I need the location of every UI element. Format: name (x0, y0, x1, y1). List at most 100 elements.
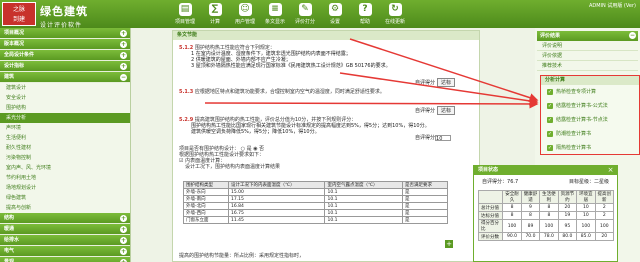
folder-icon: ▤ (178, 3, 192, 16)
compliance-button[interactable]: 达标 (437, 106, 456, 115)
table-row[interactable]: 外墙-西向 16.75 10.1 是 (182, 209, 449, 217)
sidebar-section-plumbing[interactable]: 给排水 + (0, 235, 130, 246)
document-icon: ≡ (268, 3, 282, 16)
user-icon: ☺ (238, 3, 252, 16)
status-title: 项目状态 (474, 166, 617, 175)
collapse-icon: − (629, 32, 636, 39)
refresh-icon: ↻ (388, 3, 402, 16)
sidebar-section-structure[interactable]: 结构 + (0, 213, 130, 224)
calc-doc-icon: ✓ (547, 103, 553, 109)
design-question: 项目是否有围护结构设计： ○ 是 ◉ 否 根据围护结构热工性能设计要求如下： ☑… (179, 146, 281, 170)
sidebar-item[interactable]: 耐久性建材 (0, 143, 130, 153)
table-row[interactable]: 外墙-南向 17.15 10.1 是 (182, 195, 449, 203)
toolbar: ▤ 项目管理 ∑ 计算 ☺ 用户管理 ≡ 条文显示 ✎ 评价打分 ⚙ 设置 ? 帮助 ↻ 在线更… (170, 2, 410, 27)
calc-doc-icon: ✓ (547, 131, 553, 137)
sidebar-section-landscape[interactable]: 景观+ (0, 257, 130, 262)
panel-header: 条文节能 (173, 31, 479, 40)
sidebar-item[interactable]: 室内声、风、光环境 (0, 163, 130, 173)
toolbar-clause-button[interactable]: ≡ 条文显示 (260, 2, 290, 27)
brand-title: 绿色建筑 (40, 5, 88, 18)
sidebar-section-hvac[interactable]: 暖通 + (0, 224, 130, 235)
calc-doc-icon: ✓ (547, 89, 553, 95)
calc-doc-icon: ✓ (547, 117, 553, 123)
checkbox-icon[interactable]: ☑ (179, 158, 183, 164)
right-item-description[interactable]: 评价说明 (537, 41, 638, 51)
right-item-tech[interactable]: 推荐技术 (537, 61, 638, 71)
right-section-result[interactable]: 评价结果 − (537, 31, 638, 41)
status-header-row: 安全耐久 健康舒适 生活便利 资源节约 环境宜居 提高创新 (477, 190, 615, 204)
right-item-basis[interactable]: 评价依据 (537, 51, 638, 61)
calc-item-moisture[interactable]: ✓ 防潮检查计算书 (541, 127, 639, 141)
toolbar-score-button[interactable]: ✎ 评价打分 (290, 2, 320, 27)
expand-icon: + (120, 237, 127, 244)
sidebar-item[interactable]: 绿色建筑 (0, 193, 130, 203)
temperature-table: 围护结构类型 设计工况下的内表面温度（℃） 室内空气露点温度（℃） 是否满足要求 外墙… (182, 181, 449, 224)
sidebar-item[interactable]: 节约利用土地 (0, 173, 130, 183)
help-icon: ? (358, 3, 372, 16)
table-row[interactable]: 门窗东立面 11.45 10.1 是 (182, 216, 449, 224)
sidebar-item[interactable]: 声环境 (0, 123, 130, 133)
close-icon[interactable]: × (607, 167, 614, 174)
status-row: 总计分值 8 9 8 20 10 2 (477, 203, 615, 212)
analysis-calc-panel: 分析计算 ✓ 热桥检查专项计算 ✓ 结露检查计算书-公式法 ✓ 结露检查计算书-节点法… (540, 75, 640, 155)
expand-icon: + (120, 248, 127, 255)
app-logo: 之脉 到建 (2, 2, 36, 26)
clause-1: 5.1.2 围护结构热工性能应符合下列规定： 1 在室内设计温度、湿度条件下，建… (179, 45, 391, 69)
calc-doc-icon: ✓ (547, 145, 553, 151)
sidebar-item[interactable]: 建筑设计 (0, 83, 130, 93)
status-table: 安全耐久 健康舒适 生活便利 资源节约 环境宜居 提高创新 总计分值 8 9 8 20 10 2 达标… (477, 190, 615, 241)
table-row[interactable]: 外墙-北向 16.84 10.1 是 (182, 202, 449, 210)
sidebar-item[interactable]: 污染物控制 (0, 153, 130, 163)
left-sidebar: 项目概况 + 版本概况 + 全局设计条件 + 设计指标 + 建筑 − 建筑设计 安全设计 … (0, 28, 131, 262)
toolbar-project-button[interactable]: ▤ 项目管理 (170, 2, 200, 27)
clause-number: 5.1.3 (179, 89, 194, 95)
sidebar-item[interactable]: 场地规划设计 (0, 183, 130, 193)
calc-item-insulation[interactable]: ✓ 隔热检查计算书 (541, 141, 639, 155)
calc-panel-header: 分析计算 (541, 76, 639, 85)
calc-item-thermal-bridge[interactable]: ✓ 热桥检查专项计算 (541, 85, 639, 99)
sidebar-section-building[interactable]: 建筑 − (0, 72, 130, 83)
brand: 绿色建筑 设计评价软件 (40, 3, 88, 29)
sidebar-item[interactable]: 生活便利 (0, 133, 130, 143)
compliance-button[interactable]: 达标 (437, 78, 456, 87)
sidebar-section-version[interactable]: 版本概况 + (0, 39, 130, 50)
sidebar-section-global[interactable]: 全局设计条件 + (0, 50, 130, 61)
toolbar-settings-button[interactable]: ⚙ 设置 (320, 2, 350, 27)
gear-icon: ⚙ (328, 3, 342, 16)
sidebar-item-active[interactable]: 采光分析 (0, 113, 130, 123)
status-row: 得分百分比 100 89 100 95 100 100 (477, 219, 615, 233)
expand-icon: + (120, 52, 127, 59)
expand-icon: + (120, 63, 127, 70)
score-input[interactable]: 10 (435, 134, 452, 142)
sidebar-section-electrical[interactable]: 电气 + (0, 246, 130, 257)
expand-icon: + (120, 215, 127, 222)
sidebar-section-indicators[interactable]: 设计指标 + (0, 61, 130, 72)
toolbar-help-button[interactable]: ? 帮助 (350, 2, 380, 27)
calc-item-condensation-formula[interactable]: ✓ 结露检查计算书-公式法 (541, 99, 639, 113)
expand-icon: + (120, 41, 127, 48)
status-summary: 自评得分：76.7 目标星级：二星级 (482, 179, 609, 185)
toolbar-update-button[interactable]: ↻ 在线更新 (380, 2, 410, 27)
main-panel: 条文节能 5.1.2 围护结构热工性能应符合下列规定： 1 在室内设计温度、湿度… (172, 30, 480, 262)
toolbar-user-button[interactable]: ☺ 用户管理 (230, 2, 260, 27)
add-row-button[interactable]: + (445, 240, 453, 248)
user-info: ADMIN 试用版 (Ver) (588, 3, 636, 9)
project-status-dialog: 项目状态 × 自评得分：76.7 目标星级：二星级 安全耐久 健康舒适 生活便利 资源… (473, 165, 618, 262)
top-bar: 之脉 到建 绿色建筑 设计评价软件 ▤ 项目管理 ∑ 计算 ☺ 用户管理 ≡ 条文显示 ✎… (0, 0, 640, 29)
toolbar-calc-button[interactable]: ∑ 计算 (200, 2, 230, 27)
score-icon: ✎ (298, 3, 312, 16)
sidebar-item[interactable]: 提高与创新 (0, 203, 130, 213)
calc-item-condensation-node[interactable]: ✓ 结露检查计算书-节点法 (541, 113, 639, 127)
sidebar-item[interactable]: 安全设计 (0, 93, 130, 103)
footer-note: 提高的围护结构节能量：所占比例：采用规定性指标时， (179, 253, 305, 259)
clause-3: 5.2.9 提高建筑围护结构的热工性能，评价总分值为10分，并按下列规则评分： … (179, 117, 430, 135)
collapse-icon: − (120, 74, 127, 81)
sidebar-item[interactable]: 围护结构 (0, 103, 130, 113)
expand-icon: + (120, 226, 127, 233)
sidebar-section-project[interactable]: 项目概况 + (0, 28, 130, 39)
rating-value: 二星级 (593, 179, 609, 185)
table-row[interactable]: 外墙-东向 15.00 10.1 是 (182, 188, 449, 196)
table-header-row: 围护结构类型 设计工况下的内表面温度（℃） 室内空气露点温度（℃） 是否满足要求 (182, 181, 449, 189)
clause-2-result: 自评得分 达标 (415, 106, 456, 115)
clause-1-result: 自评得分 达标 (415, 78, 456, 87)
